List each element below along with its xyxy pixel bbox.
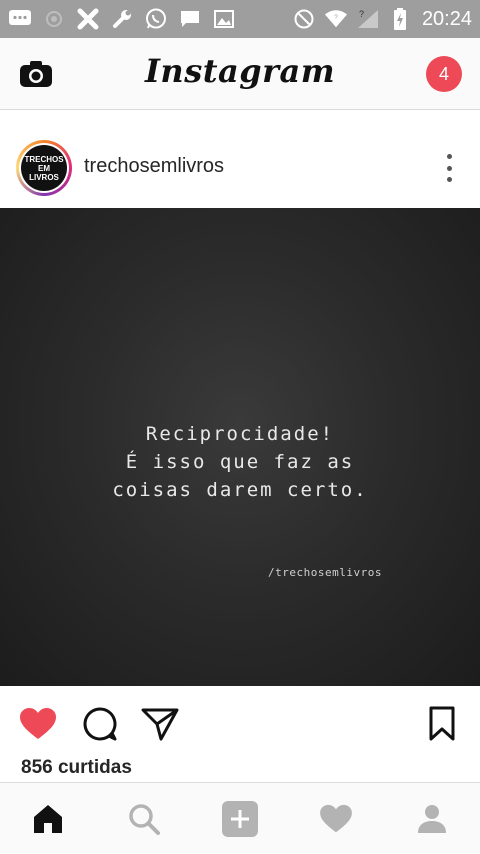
share-icon bbox=[141, 708, 179, 741]
post-header: TRECHOS EM LIVROS trechosemlivros bbox=[0, 126, 480, 208]
heart-filled-icon bbox=[20, 708, 56, 739]
dot-icon bbox=[446, 177, 452, 182]
instagram-logo: Instagram bbox=[144, 52, 336, 90]
post-image[interactable]: Reciprocidade! É isso que faz as coisas … bbox=[0, 208, 480, 686]
activity-heart-icon bbox=[320, 804, 352, 832]
like-count[interactable]: 856 curtidas bbox=[21, 757, 132, 779]
svg-text:?: ? bbox=[334, 14, 338, 21]
signal-icon: ? bbox=[356, 7, 380, 31]
svg-text:?: ? bbox=[359, 9, 364, 19]
dot-icon bbox=[446, 154, 452, 159]
wrench-icon bbox=[110, 7, 134, 31]
quote-line: Reciprocidade! bbox=[145, 423, 335, 445]
comment-button[interactable] bbox=[80, 704, 120, 744]
avatar: TRECHOS EM LIVROS bbox=[21, 145, 67, 191]
puzzle-icon bbox=[76, 7, 100, 31]
avatar-text-line: TRECHOS bbox=[24, 154, 64, 164]
battery-icon bbox=[388, 7, 412, 31]
clock: 20:24 bbox=[421, 7, 472, 30]
chat-icon bbox=[178, 7, 202, 31]
system-icons: ? ? 20:24 bbox=[292, 7, 472, 31]
like-button[interactable] bbox=[18, 704, 58, 744]
avatar-story-ring[interactable]: TRECHOS EM LIVROS bbox=[16, 140, 72, 196]
notification-badge[interactable]: 4 bbox=[426, 56, 462, 92]
share-button[interactable] bbox=[140, 704, 180, 744]
avatar-text-line: EM bbox=[38, 163, 50, 173]
post-actions bbox=[0, 686, 480, 756]
avatar-text-line: LIVROS bbox=[29, 172, 59, 182]
no-disturb-icon bbox=[292, 7, 316, 31]
quote-line: É isso que faz as bbox=[125, 451, 355, 473]
wifi-icon: ? bbox=[324, 7, 348, 31]
profile-icon bbox=[418, 804, 446, 833]
whatsapp-icon bbox=[144, 7, 168, 31]
more-options-button[interactable] bbox=[442, 154, 456, 182]
image-icon bbox=[212, 7, 236, 31]
image-quote: Reciprocidade! É isso que faz as coisas … bbox=[0, 420, 480, 504]
image-watermark: /trechosemlivros bbox=[268, 566, 382, 579]
circle-icon bbox=[42, 7, 66, 31]
message-icon bbox=[8, 7, 32, 31]
status-bar: ? ? 20:24 bbox=[0, 0, 480, 38]
notification-icons bbox=[8, 7, 236, 31]
search-icon bbox=[129, 803, 160, 835]
comment-icon bbox=[83, 707, 117, 741]
nav-home[interactable] bbox=[24, 795, 72, 843]
post-username[interactable]: trechosemlivros bbox=[84, 155, 224, 178]
add-icon bbox=[222, 800, 258, 837]
save-button[interactable] bbox=[422, 704, 462, 744]
bookmark-icon bbox=[429, 706, 455, 741]
home-icon bbox=[34, 804, 62, 833]
nav-profile[interactable] bbox=[408, 795, 456, 843]
nav-activity[interactable] bbox=[312, 795, 360, 843]
nav-add[interactable] bbox=[216, 795, 264, 843]
bottom-navigation bbox=[0, 782, 480, 854]
quote-line: coisas darem certo. bbox=[112, 479, 368, 501]
app-header: Instagram 4 bbox=[0, 38, 480, 110]
dot-icon bbox=[446, 165, 452, 171]
nav-search[interactable] bbox=[120, 795, 168, 843]
